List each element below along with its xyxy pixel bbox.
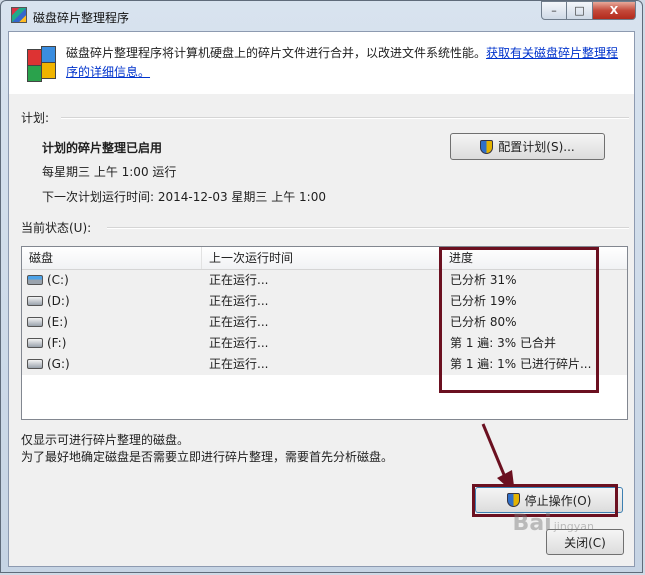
note-line-2: 为了最好地确定磁盘是否需要立即进行碎片整理，需要首先分析磁盘。 [21, 450, 394, 464]
watermark-brand: Bai [512, 511, 552, 536]
watermark-sub: jingyan [553, 520, 594, 533]
disk-progress: 第 1 遍: 1% 已进行碎片... [450, 357, 592, 371]
disk-last-run: 正在运行... [209, 315, 269, 329]
maximize-button[interactable]: □ [567, 1, 593, 20]
status-divider [107, 227, 629, 229]
disk-name: (G:) [47, 357, 70, 371]
system-drive-icon [27, 275, 43, 285]
drive-icon [27, 338, 43, 348]
disk-list[interactable]: 磁盘 上一次运行时间 进度 (C:) 正在运行... 已分析 31% (D:) … [21, 246, 628, 420]
dialog-client: 磁盘碎片整理程序将计算机硬盘上的碎片文件进行合并，以改进文件系统性能。获取有关磁… [8, 31, 635, 567]
disk-last-run: 正在运行... [209, 294, 269, 308]
configure-schedule-label: 配置计划(S)... [498, 140, 575, 154]
defrag-window: 磁盘碎片整理程序 – □ X 磁盘碎片整理程序将计算机硬盘上的碎片文件进行合并，… [0, 0, 643, 573]
configure-schedule-button[interactable]: 配置计划(S)... [450, 133, 605, 160]
disk-name: (C:) [47, 273, 69, 287]
close-window-button[interactable]: X [593, 1, 636, 20]
schedule-frequency: 每星期三 上午 1:00 运行 [42, 165, 177, 179]
disk-name: (D:) [47, 294, 70, 308]
disk-progress: 已分析 31% [450, 273, 517, 287]
column-disk[interactable]: 磁盘 [22, 247, 202, 269]
disk-name: (E:) [47, 315, 68, 329]
disk-row[interactable]: (D:) 正在运行... 已分析 19% [22, 291, 627, 312]
caption-buttons: – □ X [541, 1, 636, 21]
disk-row[interactable]: (G:) 正在运行... 第 1 遍: 1% 已进行碎片... [22, 354, 627, 375]
disk-row[interactable]: (F:) 正在运行... 第 1 遍: 3% 已合并 [22, 333, 627, 354]
note-line-1: 仅显示可进行碎片整理的磁盘。 [21, 433, 190, 447]
stop-operation-label: 停止操作(O) [524, 493, 592, 508]
disk-list-header: 磁盘 上一次运行时间 进度 [22, 247, 627, 270]
current-status-label: 当前状态(U): [21, 221, 92, 235]
disk-progress: 已分析 19% [450, 294, 517, 308]
defrag-blocks-icon [26, 46, 58, 82]
baidu-watermark: Bai jingyan [513, 511, 594, 536]
stop-operation-button[interactable]: 停止操作(O) [475, 487, 623, 513]
disk-row[interactable]: (C:) 正在运行... 已分析 31% [22, 270, 627, 291]
disk-last-run: 正在运行... [209, 273, 269, 287]
description-body: 磁盘碎片整理程序将计算机硬盘上的碎片文件进行合并，以改进文件系统性能。 [66, 46, 487, 60]
drive-icon [27, 317, 43, 327]
defrag-app-icon [11, 7, 27, 23]
schedule-divider [61, 117, 629, 119]
drive-icon [27, 359, 43, 369]
column-progress[interactable]: 进度 [442, 247, 627, 269]
disk-progress: 已分析 80% [450, 315, 517, 329]
disk-row[interactable]: (E:) 正在运行... 已分析 80% [22, 312, 627, 333]
column-last-run[interactable]: 上一次运行时间 [202, 247, 442, 269]
uac-shield-icon [506, 493, 520, 507]
disk-last-run: 正在运行... [209, 336, 269, 350]
schedule-status: 计划的碎片整理已启用 [42, 141, 163, 155]
disk-last-run: 正在运行... [209, 357, 269, 371]
title-bar[interactable]: 磁盘碎片整理程序 – □ X [1, 1, 642, 31]
description-header: 磁盘碎片整理程序将计算机硬盘上的碎片文件进行合并，以改进文件系统性能。获取有关磁… [9, 32, 634, 94]
schedule-next-run: 下一次计划运行时间: 2014-12-03 星期三 上午 1:00 [42, 190, 326, 204]
minimize-button[interactable]: – [541, 1, 567, 20]
disk-name: (F:) [47, 336, 67, 350]
description-text: 磁盘碎片整理程序将计算机硬盘上的碎片文件进行合并，以改进文件系统性能。获取有关磁… [66, 44, 626, 82]
drive-icon [27, 296, 43, 306]
disk-progress: 第 1 遍: 3% 已合并 [450, 336, 556, 350]
window-title: 磁盘碎片整理程序 [33, 11, 130, 25]
schedule-section-label: 计划: [21, 111, 50, 125]
annotation-arrow-icon [481, 423, 515, 494]
uac-shield-icon [480, 139, 494, 154]
close-dialog-label: 关闭(C) [564, 535, 606, 550]
